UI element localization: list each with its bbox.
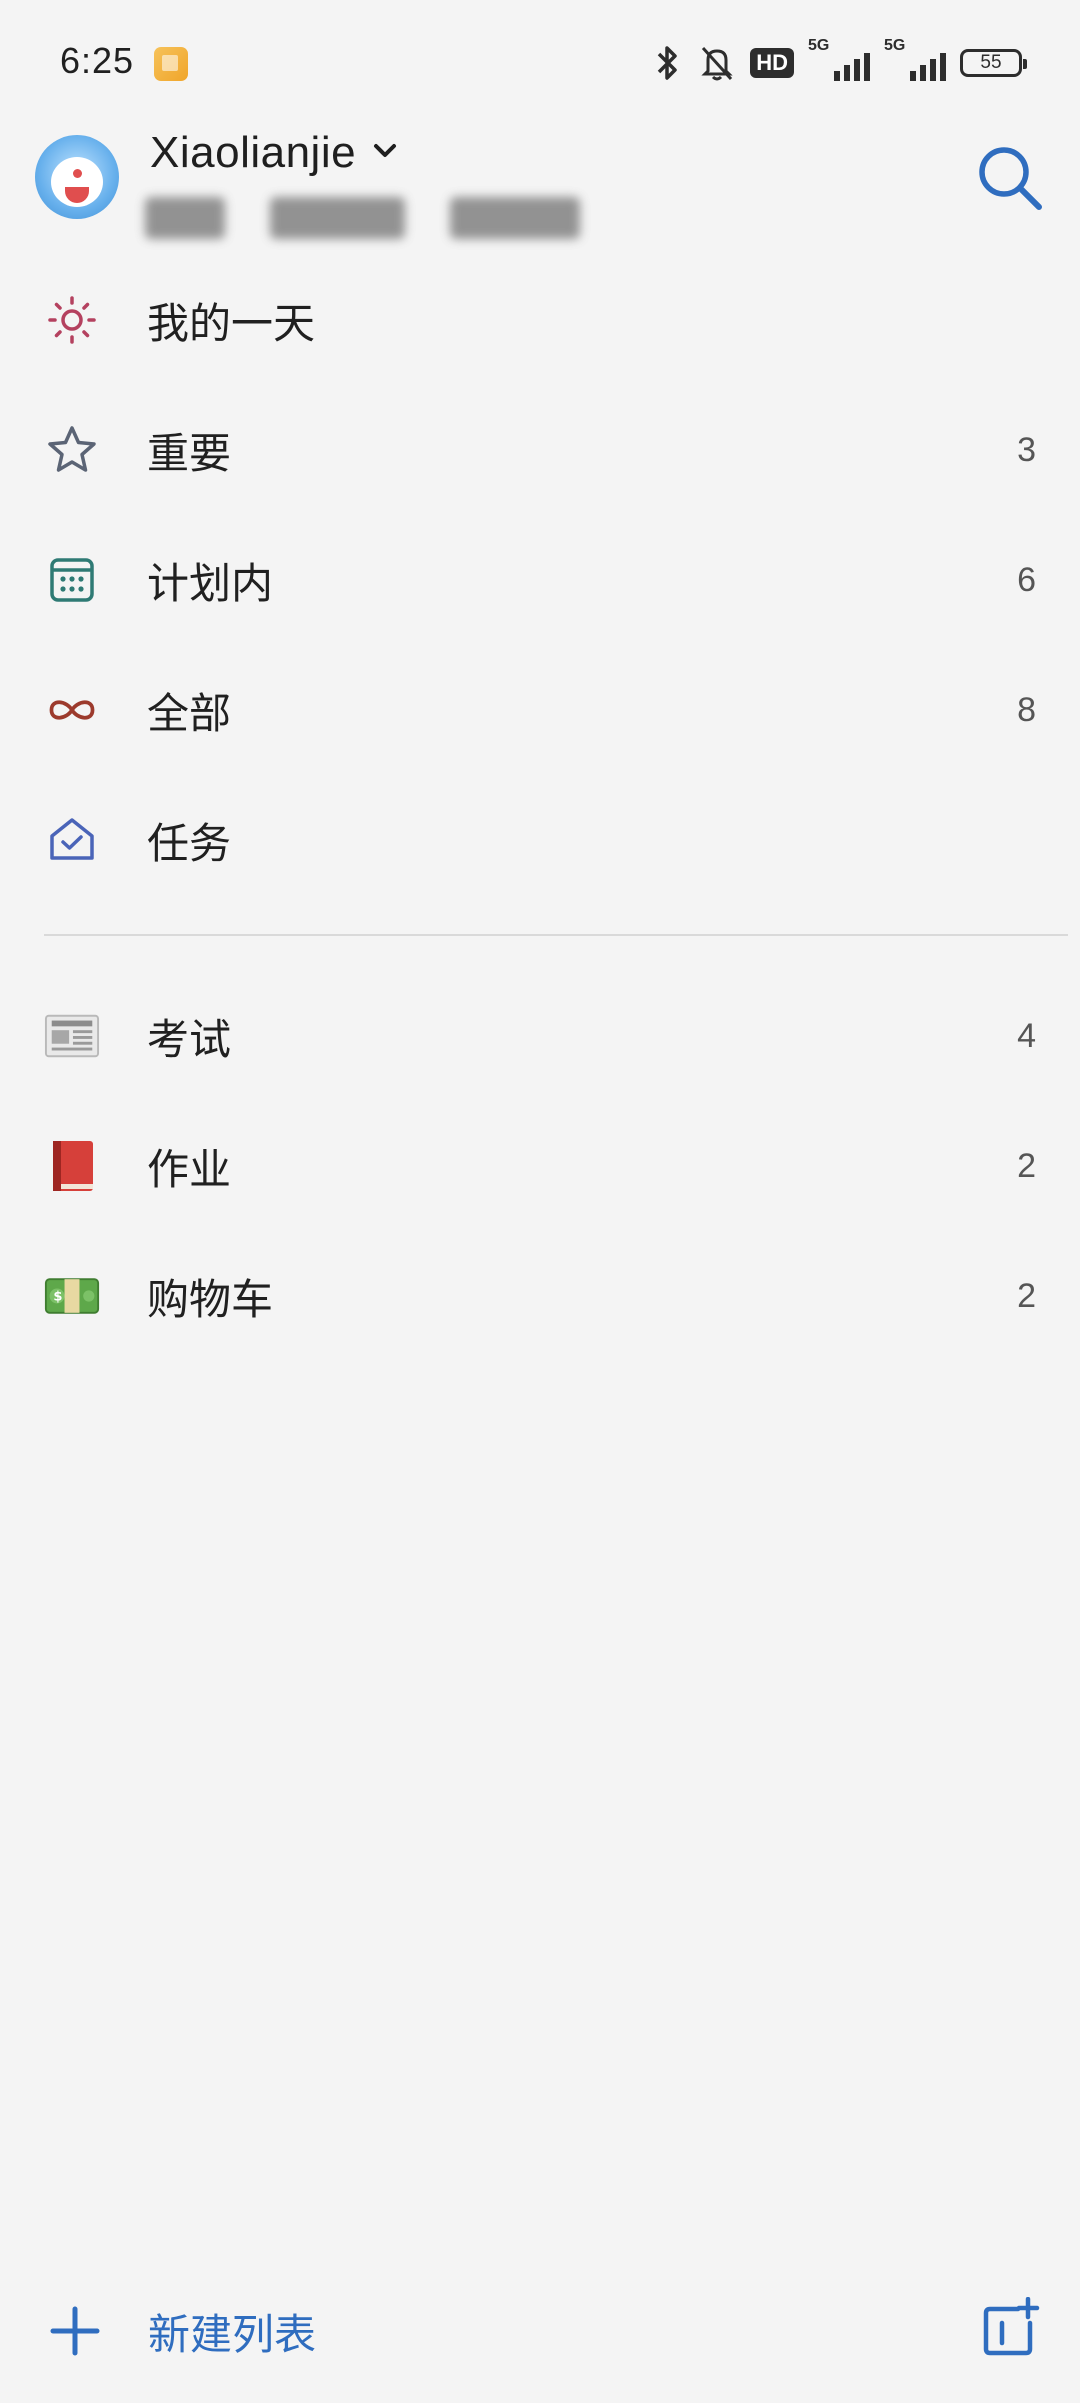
list-label: 考试 [147,1015,232,1063]
list-count: 6 [1017,560,1036,599]
new-group-icon [978,2296,1040,2364]
hd-voice-icon: HD [750,48,794,78]
avatar[interactable] [35,135,119,219]
list-label: 计划内 [147,559,274,607]
account-switcher[interactable]: Xiaolianjie [150,128,400,178]
dollar-banknote-icon: $ [44,1268,100,1324]
red-book-icon [44,1138,100,1194]
star-icon [44,422,100,478]
bluetooth-icon [650,43,684,83]
custom-lists: 考试 4 作业 2 $ 购物车 2 [0,971,1080,1361]
battery-icon: 55 [960,49,1027,77]
status-icons: HD 5G 5G 55 [650,37,1027,88]
calendar-icon [44,552,100,608]
svg-text:$: $ [53,1290,62,1305]
list-count: 2 [1017,1276,1036,1315]
list-label: 作业 [147,1145,232,1193]
account-email-redacted [145,195,585,243]
list-item-homework[interactable]: 作业 2 [0,1101,1080,1231]
new-group-button[interactable] [974,2295,1044,2365]
list-label: 我的一天 [147,299,316,347]
list-item-all[interactable]: 全部 8 [0,645,1080,775]
list-count: 3 [1017,430,1036,469]
new-list-label: 新建列表 [148,2310,317,2358]
list-label: 全部 [147,689,232,737]
newspaper-icon [44,1008,100,1064]
gallery-notification-icon [154,47,188,81]
search-icon [975,143,1045,218]
smart-lists: 我的一天 重要 3 计划内 6 全部 8 任务 [0,255,1080,905]
list-label: 任务 [147,819,232,867]
list-item-my-day[interactable]: 我的一天 [0,255,1080,385]
list-item-exam[interactable]: 考试 4 [0,971,1080,1101]
divider [44,934,1068,936]
list-item-shopping-cart[interactable]: $ 购物车 2 [0,1231,1080,1361]
list-count: 8 [1017,690,1036,729]
status-bar: 6:25 HD 5G 5G 55 [0,0,1080,128]
list-item-important[interactable]: 重要 3 [0,385,1080,515]
account-name: Xiaolianjie [150,128,357,177]
list-count: 2 [1017,1146,1036,1185]
mute-bell-icon [698,43,736,83]
signal-5g-icon-2: 5G [884,37,946,83]
status-time: 6:25 [60,40,135,81]
search-button[interactable] [970,140,1050,220]
plus-icon [40,2296,110,2366]
signal-5g-icon: 5G [808,37,870,83]
list-item-tasks[interactable]: 任务 [0,775,1080,905]
home-check-icon [44,812,100,868]
infinity-icon [44,682,100,738]
list-item-planned[interactable]: 计划内 6 [0,515,1080,645]
new-list-button[interactable]: 新建列表 [40,2291,316,2371]
list-label: 重要 [147,429,232,477]
list-count: 4 [1017,1016,1036,1055]
sun-icon [44,292,100,348]
chevron-down-icon [370,136,400,171]
list-label: 购物车 [147,1275,274,1323]
